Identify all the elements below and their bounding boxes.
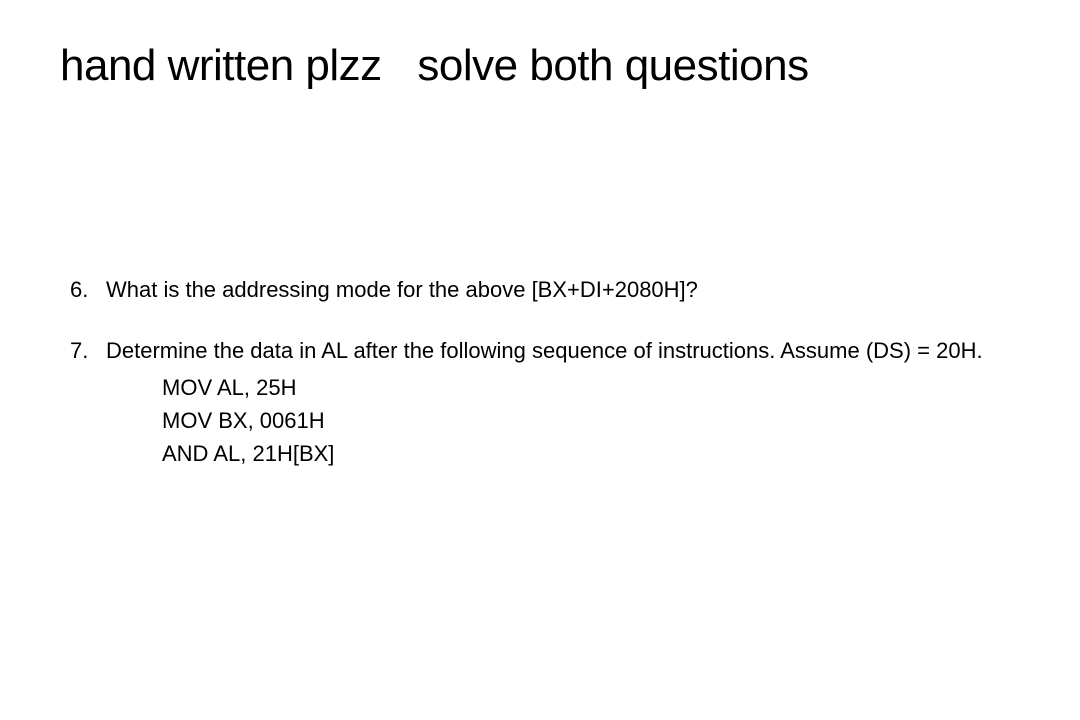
code-line: MOV BX, 0061H	[162, 404, 1020, 437]
question-list: 6. What is the addressing mode for the a…	[60, 273, 1020, 470]
instruction-header: hand written plzz solve both questions	[60, 40, 1020, 93]
code-block: MOV AL, 25H MOV BX, 0061H AND AL, 21H[BX…	[162, 371, 1020, 470]
question-text: Determine the data in AL after the follo…	[106, 338, 983, 363]
code-line: MOV AL, 25H	[162, 371, 1020, 404]
question-number: 6.	[70, 273, 106, 306]
question-number: 7.	[70, 334, 106, 470]
question-body: Determine the data in AL after the follo…	[106, 334, 1020, 470]
header-part-2: solve both questions	[417, 41, 808, 90]
question-7: 7. Determine the data in AL after the fo…	[70, 334, 1020, 470]
header-part-1: hand written plzz	[60, 41, 382, 90]
question-6: 6. What is the addressing mode for the a…	[70, 273, 1020, 306]
question-text: What is the addressing mode for the abov…	[106, 273, 1020, 306]
code-line: AND AL, 21H[BX]	[162, 437, 1020, 470]
